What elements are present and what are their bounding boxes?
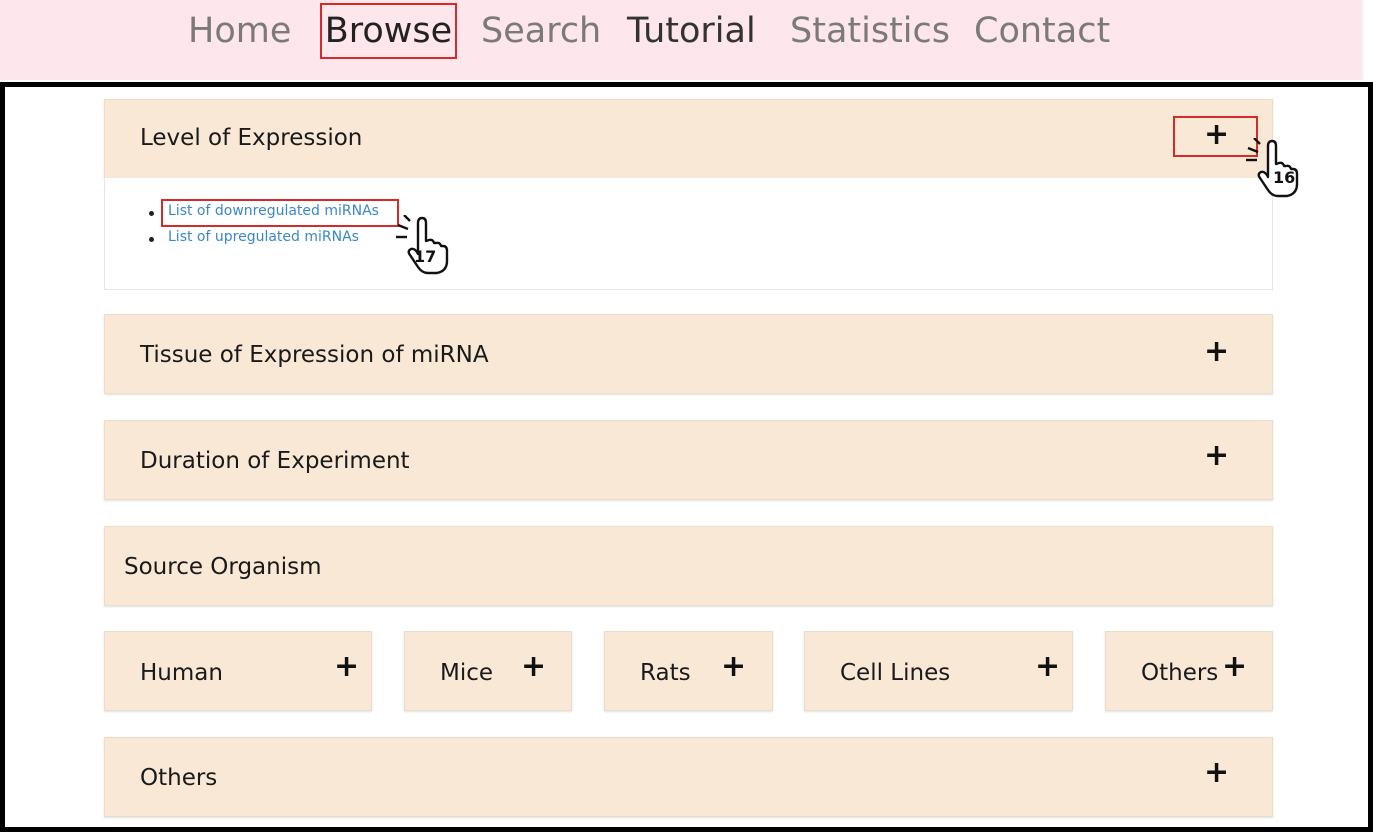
bullet-icon (149, 211, 154, 216)
nav-browse[interactable]: Browse (320, 3, 457, 59)
expand-tissue-icon[interactable]: + (1204, 337, 1229, 367)
highlight-box-downregulated (161, 199, 399, 227)
panel-tissue-of-expression[interactable]: Tissue of Expression of miRNA + (104, 314, 1273, 394)
panel-title-tissue-of-expression: Tissue of Expression of miRNA (140, 342, 489, 368)
panel-title-others: Others (140, 765, 218, 791)
panel-title-source-organism: Source Organism (124, 554, 322, 580)
panel-title-duration-of-experiment: Duration of Experiment (140, 448, 410, 474)
panel-title-mice: Mice (440, 660, 494, 686)
panel-title-level-of-expression: Level of Expression (140, 125, 363, 151)
nav-statistics[interactable]: Statistics (790, 8, 950, 54)
expand-cell-lines-icon[interactable]: + (1035, 652, 1060, 682)
pointing-hand-icon-step-16: 16 (1238, 137, 1308, 200)
panel-cell-lines[interactable]: Cell Lines + (804, 631, 1073, 711)
expand-mice-icon[interactable]: + (521, 652, 546, 682)
nav-search[interactable]: Search (481, 8, 601, 54)
step-number-17: 17 (414, 247, 437, 266)
step-number-16: 16 (1273, 168, 1296, 187)
panel-title-human: Human (140, 660, 223, 686)
panel-source-organism: Source Organism (104, 526, 1273, 606)
expand-rats-icon[interactable]: + (721, 652, 746, 682)
link-upregulated-mirnas[interactable]: List of upregulated miRNAs (168, 229, 359, 245)
panel-level-of-expression[interactable]: Level of Expression + (104, 99, 1273, 179)
panel-title-cell-lines: Cell Lines (840, 660, 951, 686)
level-of-expression-body: List of downregulated miRNAs List of upr… (104, 178, 1273, 290)
expand-duration-icon[interactable]: + (1204, 441, 1229, 471)
pointing-hand-icon-step-17: 17 (388, 214, 458, 277)
panel-organism-others[interactable]: Others + (1105, 631, 1273, 711)
panel-rats[interactable]: Rats + (604, 631, 773, 711)
expand-others-icon[interactable]: + (1204, 758, 1229, 788)
top-nav-bar: Home Browse Search Tutorial Statistics C… (0, 0, 1363, 80)
expand-organism-others-icon[interactable]: + (1222, 652, 1247, 682)
panel-title-organism-others: Others (1141, 660, 1219, 686)
bullet-icon (149, 237, 154, 242)
nav-home[interactable]: Home (188, 8, 291, 54)
nav-contact[interactable]: Contact (974, 8, 1110, 54)
panel-mice[interactable]: Mice + (404, 631, 572, 711)
panel-others[interactable]: Others + (104, 737, 1273, 817)
expand-human-icon[interactable]: + (334, 652, 359, 682)
nav-tutorial[interactable]: Tutorial (627, 8, 756, 54)
panel-human[interactable]: Human + (104, 631, 372, 711)
panel-title-rats: Rats (640, 660, 691, 686)
panel-duration-of-experiment[interactable]: Duration of Experiment + (104, 420, 1273, 500)
